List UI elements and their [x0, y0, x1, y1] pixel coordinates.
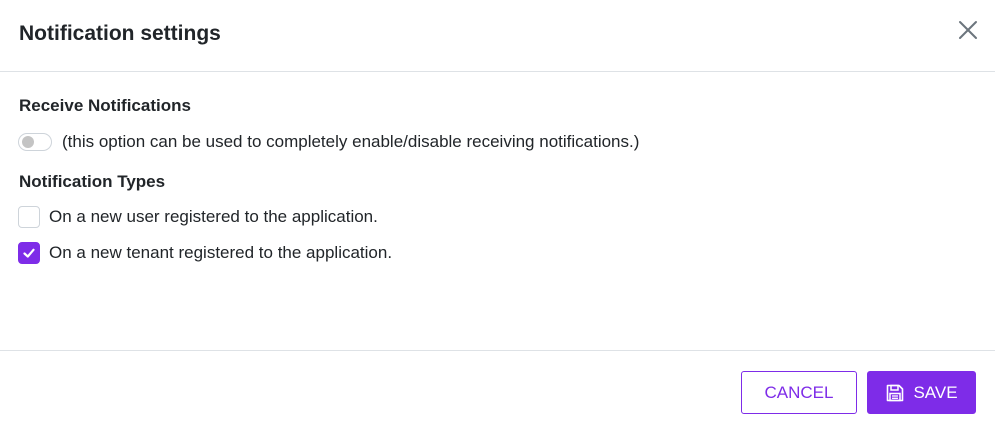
notification-type-new-user: On a new user registered to the applicat… [18, 206, 378, 228]
notification-types-heading: Notification Types [19, 172, 166, 191]
modal-header: Notification settings [0, 0, 995, 72]
new-tenant-label: On a new tenant registered to the applic… [49, 243, 393, 262]
new-tenant-checkbox[interactable] [18, 242, 40, 264]
floppy-disk-icon [885, 383, 905, 403]
cancel-button[interactable]: CANCEL [741, 371, 857, 414]
modal-body: Receive Notifications (this option can b… [0, 73, 995, 350]
receive-notifications-description: (this option can be used to completely e… [62, 132, 640, 151]
new-user-checkbox[interactable] [18, 206, 40, 228]
modal-footer: CANCEL SAVE [0, 350, 995, 432]
checkmark-icon [23, 248, 35, 258]
receive-notifications-row: (this option can be used to completely e… [18, 131, 639, 153]
notification-type-new-tenant: On a new tenant registered to the applic… [18, 242, 392, 264]
save-button-label: SAVE [913, 382, 958, 402]
receive-notifications-toggle[interactable] [18, 133, 52, 151]
close-button[interactable] [955, 17, 981, 43]
save-button[interactable]: SAVE [867, 371, 976, 414]
toggle-knob [22, 136, 34, 148]
receive-notifications-heading: Receive Notifications [19, 96, 191, 115]
close-icon [959, 21, 977, 39]
new-user-label: On a new user registered to the applicat… [49, 207, 378, 226]
notification-settings-modal: Notification settings Receive Notificati… [0, 0, 995, 432]
modal-title: Notification settings [19, 22, 221, 45]
